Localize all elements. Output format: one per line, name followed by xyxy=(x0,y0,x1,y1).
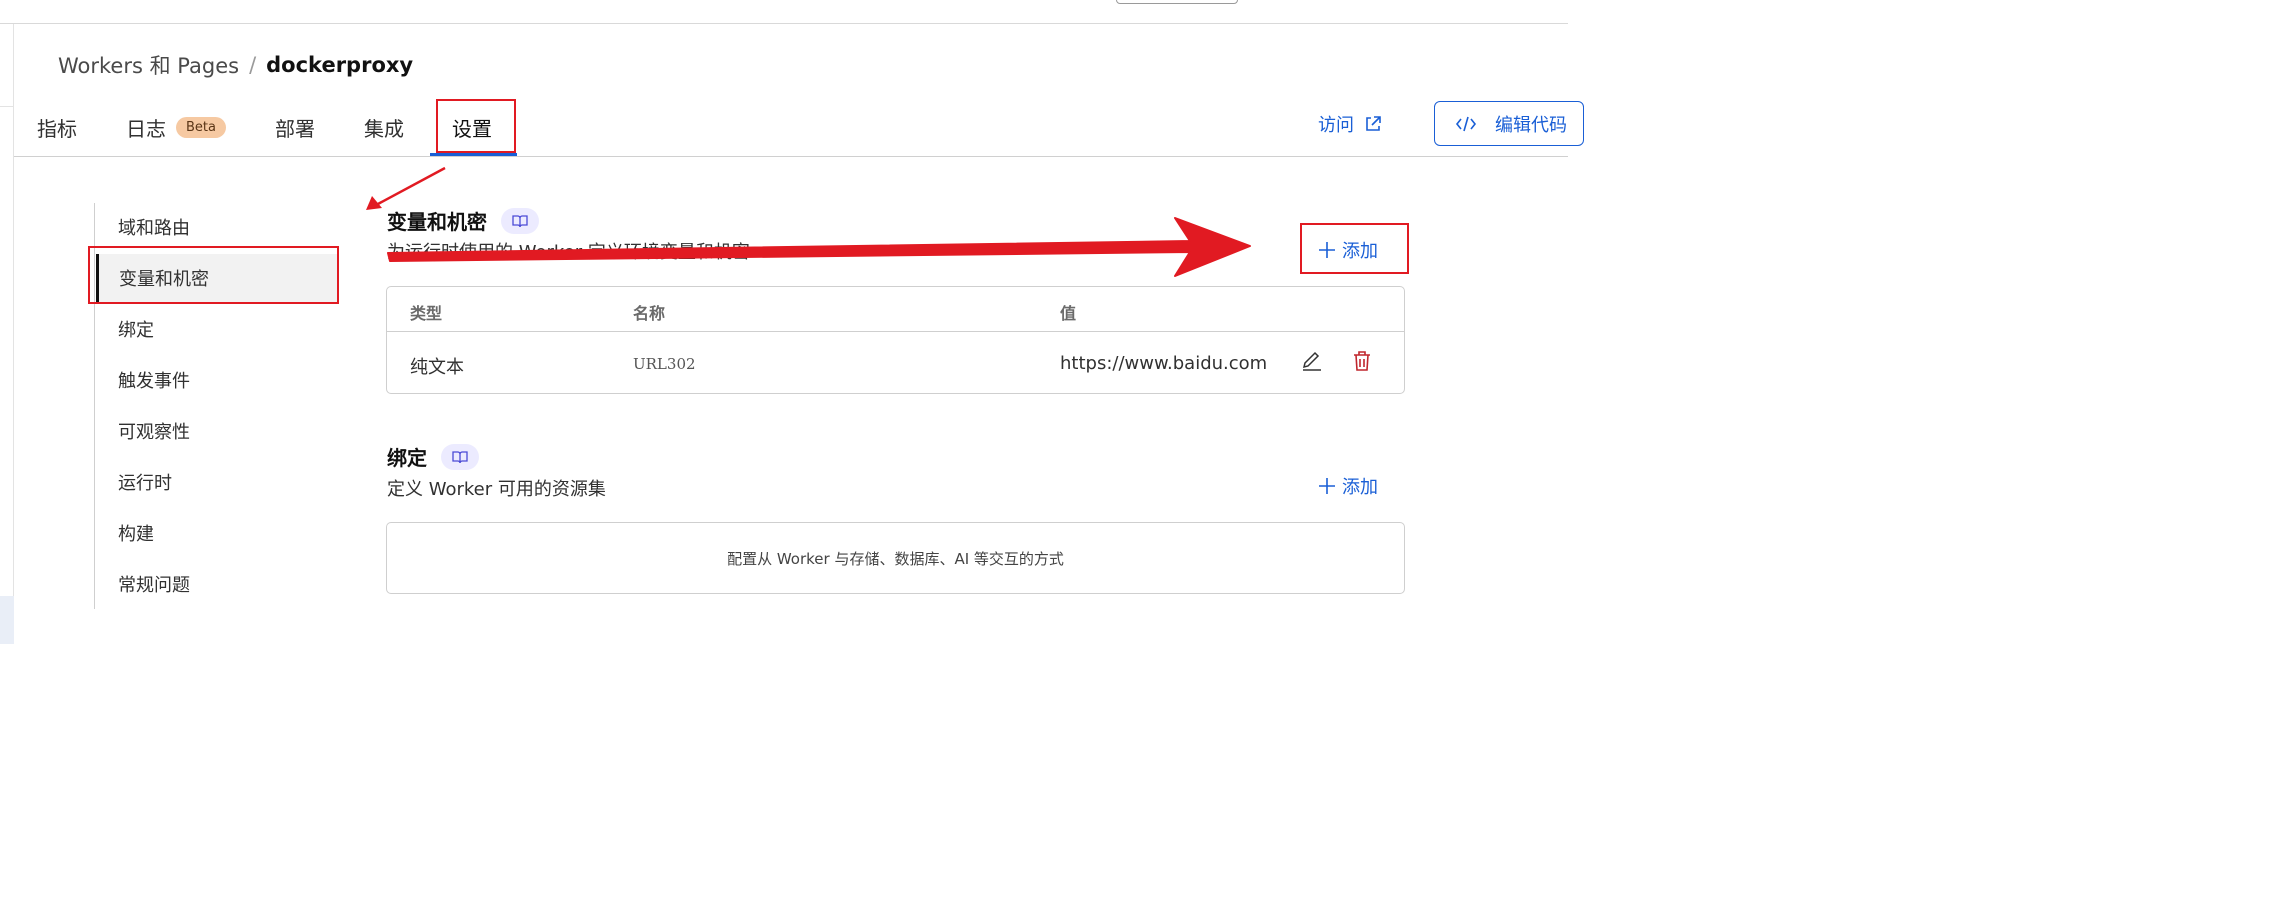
nav-item-observability[interactable]: 可观察性 xyxy=(96,407,338,455)
top-bar-control[interactable] xyxy=(1116,0,1238,4)
breadcrumb-separator: / xyxy=(249,53,257,77)
tab-metrics[interactable]: 指标 xyxy=(37,98,77,156)
tab-label: 指标 xyxy=(37,116,77,141)
tab-integrations[interactable]: 集成 xyxy=(364,98,404,156)
edit-code-label: 编辑代码 xyxy=(1495,114,1567,136)
add-binding-label: 添加 xyxy=(1342,477,1378,498)
top-bar xyxy=(0,0,1568,24)
nav-item-bindings[interactable]: 绑定 xyxy=(96,305,338,353)
nav-item-triggers[interactable]: 触发事件 xyxy=(96,356,338,404)
tab-deployments[interactable]: 部署 xyxy=(275,98,315,156)
cell-type: 纯文本 xyxy=(410,357,464,378)
visit-link[interactable]: 访问 xyxy=(1318,110,1382,138)
active-tab-indicator xyxy=(430,153,517,156)
bindings-title-text: 绑定 xyxy=(387,446,427,470)
annotation-box-variables-nav xyxy=(88,246,339,304)
variables-section-title: 变量和机密 xyxy=(387,206,539,235)
annotation-box-add-button xyxy=(1300,223,1409,274)
column-header-value: 值 xyxy=(1060,304,1077,323)
column-header-type: 类型 xyxy=(410,304,443,323)
docs-link[interactable] xyxy=(441,443,479,470)
docs-link[interactable] xyxy=(501,207,539,234)
table-header: 类型 名称 值 xyxy=(387,287,1404,332)
annotation-box-settings-tab xyxy=(436,99,516,153)
book-icon xyxy=(512,214,528,227)
variables-table: 类型 名称 值 纯文本 URL302 https://www.baidu.com xyxy=(386,286,1405,394)
cell-value: https://www.baidu.com xyxy=(1060,353,1268,374)
annotation-arrow-small xyxy=(377,166,446,206)
add-binding-button[interactable]: 添加 xyxy=(1318,473,1378,499)
page-title: dockerproxy xyxy=(266,53,414,77)
variables-title-text: 变量和机密 xyxy=(387,210,487,234)
tab-label: 集成 xyxy=(364,116,404,141)
nav-item-domains-routes[interactable]: 域和路由 xyxy=(96,203,338,251)
trash-icon xyxy=(1354,351,1370,371)
cell-name: URL302 xyxy=(633,355,696,373)
edit-variable-button[interactable] xyxy=(1298,347,1326,375)
left-rail-divider xyxy=(0,106,14,107)
column-header-name: 名称 xyxy=(633,304,666,323)
breadcrumb: Workers 和 Pages / dockerproxy xyxy=(58,50,413,80)
breadcrumb-root-link[interactable]: Workers 和 Pages xyxy=(58,50,239,80)
bindings-empty-state: 配置从 Worker 与存储、数据库、AI 等交互的方式 xyxy=(386,522,1405,594)
delete-variable-button[interactable] xyxy=(1348,347,1376,375)
variables-section-description: 为运行时使用的 Worker 定义环境变量和机密 xyxy=(387,242,750,263)
pencil-icon xyxy=(1302,351,1321,371)
bindings-section-description: 定义 Worker 可用的资源集 xyxy=(387,479,606,500)
nav-item-build[interactable]: 构建 xyxy=(96,509,338,557)
left-rail xyxy=(0,24,14,644)
visit-label: 访问 xyxy=(1318,115,1354,136)
nav-item-runtime[interactable]: 运行时 xyxy=(96,458,338,506)
beta-badge: Beta xyxy=(176,116,226,138)
tab-logs[interactable]: 日志 Beta xyxy=(126,98,226,156)
nav-item-general[interactable]: 常规问题 xyxy=(96,560,338,608)
bindings-section-title: 绑定 xyxy=(387,442,479,471)
code-icon xyxy=(1455,116,1477,131)
edit-code-button[interactable]: 编辑代码 xyxy=(1434,101,1584,146)
tab-label: 部署 xyxy=(275,116,315,141)
annotation-arrowhead-small xyxy=(366,196,382,210)
book-icon xyxy=(452,450,468,463)
external-link-icon xyxy=(1366,116,1381,131)
left-rail-selected-item[interactable] xyxy=(0,596,14,644)
tab-label: 日志 xyxy=(126,116,166,141)
plus-icon xyxy=(1319,478,1335,494)
